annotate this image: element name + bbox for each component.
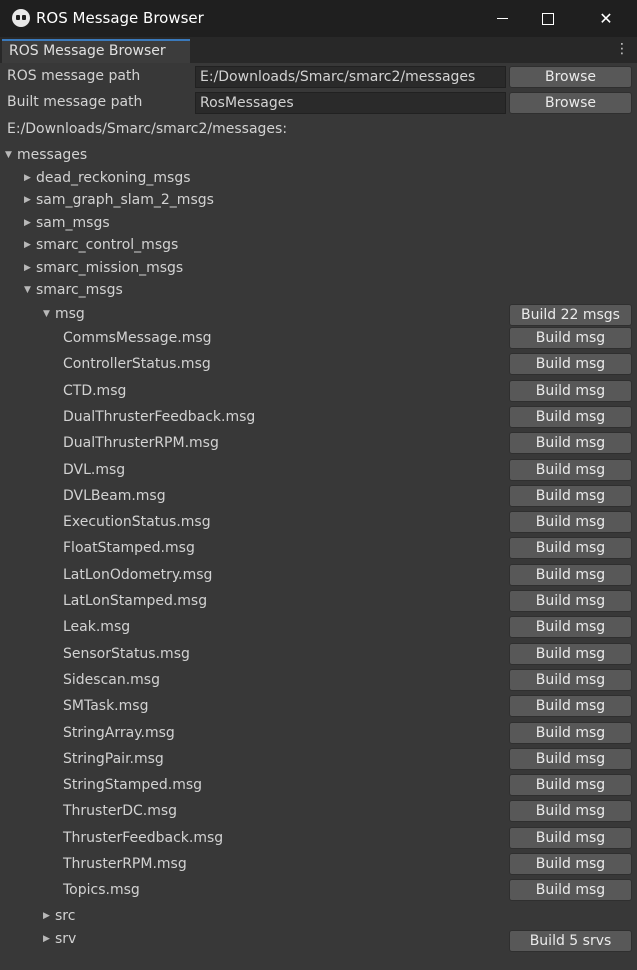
- package-smarc-msgs[interactable]: ▼ smarc_msgs: [24, 280, 123, 300]
- package-label: dead_reckoning_msgs: [36, 170, 191, 186]
- browse-built-path-button[interactable]: Browse: [509, 92, 632, 114]
- tree-root-label: messages: [17, 147, 88, 163]
- build-msg-button[interactable]: Build msg: [509, 511, 632, 533]
- build-msg-button[interactable]: Build msg: [509, 380, 632, 402]
- build-msg-button[interactable]: Build msg: [509, 853, 632, 875]
- build-msg-button[interactable]: Build msg: [509, 695, 632, 717]
- close-button[interactable]: ✕: [583, 0, 629, 37]
- chevron-down-icon: ▼: [5, 150, 12, 160]
- msg-file-label: LatLonOdometry.msg: [63, 567, 213, 583]
- msg-file-label: CTD.msg: [63, 383, 127, 399]
- build-msg-button[interactable]: Build msg: [509, 800, 632, 822]
- browse-ros-path-button[interactable]: Browse: [509, 66, 632, 88]
- msg-file-label: CommsMessage.msg: [63, 330, 212, 346]
- msg-file-label: DualThrusterRPM.msg: [63, 435, 219, 451]
- msg-file-label: FloatStamped.msg: [63, 540, 195, 556]
- package-label: smarc_mission_msgs: [36, 260, 184, 276]
- chevron-down-icon: ▼: [43, 309, 50, 319]
- folder-src[interactable]: ▶ src: [43, 906, 75, 926]
- chevron-right-icon: ▶: [43, 934, 50, 944]
- msg-file-label: Leak.msg: [63, 619, 131, 635]
- chevron-right-icon: ▶: [43, 911, 50, 921]
- msg-file-label: Topics.msg: [63, 882, 140, 898]
- package-label: smarc_msgs: [36, 282, 123, 298]
- msg-file-label: SMTask.msg: [63, 698, 149, 714]
- current-path-label: E:/Downloads/Smarc/smarc2/messages:: [7, 121, 288, 137]
- build-msg-button[interactable]: Build msg: [509, 432, 632, 454]
- ros-path-label: ROS message path: [7, 68, 141, 84]
- folder-label: srv: [55, 931, 77, 947]
- tree-root-messages[interactable]: ▼ messages: [5, 145, 87, 165]
- package-label: smarc_control_msgs: [36, 237, 179, 253]
- package-label: sam_graph_slam_2_msgs: [36, 192, 214, 208]
- build-msg-button[interactable]: Build msg: [509, 485, 632, 507]
- msg-file-label: StringStamped.msg: [63, 777, 203, 793]
- package-smarc-control-msgs[interactable]: ▶ smarc_control_msgs: [24, 235, 178, 255]
- build-msg-button[interactable]: Build msg: [509, 748, 632, 770]
- unity-app-icon: [12, 9, 30, 27]
- msg-file-label: LatLonStamped.msg: [63, 593, 208, 609]
- package-dead-reckoning-msgs[interactable]: ▶ dead_reckoning_msgs: [24, 168, 191, 188]
- title-bar: ROS Message Browser ✕: [0, 0, 637, 37]
- msg-file-label: SensorStatus.msg: [63, 646, 190, 662]
- package-sam-graph-slam-2-msgs[interactable]: ▶ sam_graph_slam_2_msgs: [24, 190, 214, 210]
- package-label: sam_msgs: [36, 215, 110, 231]
- build-msg-button[interactable]: Build msg: [509, 827, 632, 849]
- ros-path-field[interactable]: E:/Downloads/Smarc/smarc2/messages: [195, 66, 506, 88]
- msg-file-label: ExecutionStatus.msg: [63, 514, 211, 530]
- msg-file-label: ThrusterDC.msg: [63, 803, 178, 819]
- build-msg-button[interactable]: Build msg: [509, 643, 632, 665]
- package-smarc-mission-msgs[interactable]: ▶ smarc_mission_msgs: [24, 258, 183, 278]
- msg-file-label: StringArray.msg: [63, 725, 175, 741]
- build-msg-button[interactable]: Build msg: [509, 722, 632, 744]
- chevron-right-icon: ▶: [24, 218, 31, 228]
- folder-msg[interactable]: ▼ msg: [43, 304, 85, 324]
- build-all-msgs-button[interactable]: Build 22 msgs: [509, 304, 632, 326]
- folder-label: msg: [55, 306, 85, 322]
- tab-ros-message-browser[interactable]: ROS Message Browser: [2, 39, 190, 63]
- build-msg-button[interactable]: Build msg: [509, 353, 632, 375]
- tab-bar: ROS Message Browser ⋮: [0, 37, 637, 63]
- package-sam-msgs[interactable]: ▶ sam_msgs: [24, 213, 110, 233]
- build-msg-button[interactable]: Build msg: [509, 537, 632, 559]
- msg-file-label: DVL.msg: [63, 462, 126, 478]
- folder-srv[interactable]: ▶ srv: [43, 929, 76, 949]
- build-all-srvs-button[interactable]: Build 5 srvs: [509, 930, 632, 952]
- msg-file-label: ThrusterRPM.msg: [63, 856, 187, 872]
- chevron-down-icon: ▼: [24, 285, 31, 295]
- chevron-right-icon: ▶: [24, 240, 31, 250]
- close-icon: ✕: [599, 9, 613, 28]
- build-msg-button[interactable]: Build msg: [509, 774, 632, 796]
- maximize-button[interactable]: [525, 0, 571, 37]
- more-options-icon[interactable]: ⋮: [615, 41, 629, 57]
- minimize-icon: [496, 18, 508, 19]
- msg-file-label: StringPair.msg: [63, 751, 164, 767]
- build-msg-button[interactable]: Build msg: [509, 669, 632, 691]
- built-path-field[interactable]: RosMessages: [195, 92, 506, 114]
- chevron-right-icon: ▶: [24, 195, 31, 205]
- build-msg-button[interactable]: Build msg: [509, 327, 632, 349]
- msg-file-label: DVLBeam.msg: [63, 488, 166, 504]
- chevron-right-icon: ▶: [24, 173, 31, 183]
- minimize-button[interactable]: [479, 0, 525, 37]
- build-msg-button[interactable]: Build msg: [509, 879, 632, 901]
- main-panel: ROS message path E:/Downloads/Smarc/smar…: [0, 63, 637, 970]
- msg-file-label: DualThrusterFeedback.msg: [63, 409, 256, 425]
- msg-file-label: Sidescan.msg: [63, 672, 160, 688]
- build-msg-button[interactable]: Build msg: [509, 590, 632, 612]
- build-msg-button[interactable]: Build msg: [509, 564, 632, 586]
- msg-file-label: ControllerStatus.msg: [63, 356, 211, 372]
- folder-label: src: [55, 908, 76, 924]
- build-msg-button[interactable]: Build msg: [509, 406, 632, 428]
- built-path-label: Built message path: [7, 94, 143, 110]
- build-msg-button[interactable]: Build msg: [509, 459, 632, 481]
- build-msg-button[interactable]: Build msg: [509, 616, 632, 638]
- maximize-icon: [542, 12, 554, 25]
- window-title: ROS Message Browser: [36, 9, 204, 27]
- msg-file-label: ThrusterFeedback.msg: [63, 830, 224, 846]
- chevron-right-icon: ▶: [24, 263, 31, 273]
